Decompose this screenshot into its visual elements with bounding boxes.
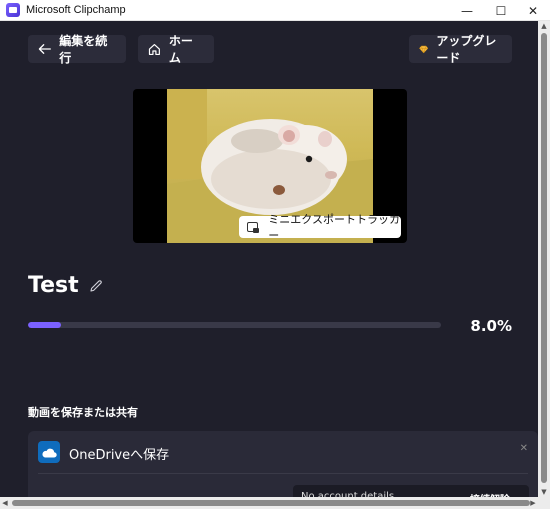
diamond-icon (419, 45, 429, 53)
vertical-scrollbar[interactable]: ▲ ▼ (538, 21, 550, 497)
pencil-icon[interactable] (89, 279, 103, 293)
collapse-icon[interactable]: ✕ (520, 443, 528, 454)
continue-editing-button[interactable]: 編集を続行 (28, 34, 126, 65)
horizontal-scrollbar[interactable]: ◀ ▶ (0, 497, 550, 509)
save-share-heading: 動画を保存または共有 (28, 406, 138, 419)
window-title: Microsoft Clipchamp (26, 4, 126, 16)
maximize-button[interactable]: ☐ (484, 0, 518, 21)
cloud-icon (38, 441, 60, 463)
project-name: Test (28, 273, 79, 298)
horizontal-scroll-thumb[interactable] (12, 500, 530, 506)
arrow-left-icon (38, 44, 51, 54)
window-titlebar: Microsoft Clipchamp — ☐ ✕ (0, 0, 550, 21)
export-progress-bar (28, 322, 441, 328)
continue-editing-label: 編集を続行 (59, 34, 108, 65)
mini-export-tracker-label: ミニエクスポートトラッカー (268, 213, 400, 242)
upgrade-button[interactable]: アップグレード (409, 34, 512, 65)
picture-in-picture-icon (247, 222, 260, 233)
upgrade-label: アップグレード (436, 34, 497, 65)
mini-export-tracker-button[interactable]: ミニエクスポートトラッカー (239, 213, 401, 242)
scroll-right-icon[interactable]: ▶ (528, 497, 538, 509)
scroll-down-icon[interactable]: ▼ (538, 487, 550, 497)
project-title: Test (28, 273, 103, 298)
export-page: 編集を続行 ホーム アップグレード ミニエクスポートトラッカー Test 8.0… (0, 21, 550, 509)
export-progress-fill (28, 322, 62, 328)
home-icon (148, 43, 160, 55)
scroll-left-icon[interactable]: ◀ (0, 497, 10, 509)
card-divider (38, 473, 528, 474)
home-button[interactable]: ホーム (138, 34, 214, 65)
home-label: ホーム (168, 34, 193, 65)
save-to-onedrive-button[interactable]: OneDriveへ保存 (69, 444, 169, 463)
scroll-up-icon[interactable]: ▲ (538, 21, 550, 31)
vertical-scroll-thumb[interactable] (541, 33, 547, 483)
minimize-button[interactable]: — (450, 0, 484, 21)
clipchamp-app-icon (6, 3, 20, 17)
export-progress-percent: 8.0% (470, 317, 512, 335)
close-button[interactable]: ✕ (516, 0, 550, 21)
